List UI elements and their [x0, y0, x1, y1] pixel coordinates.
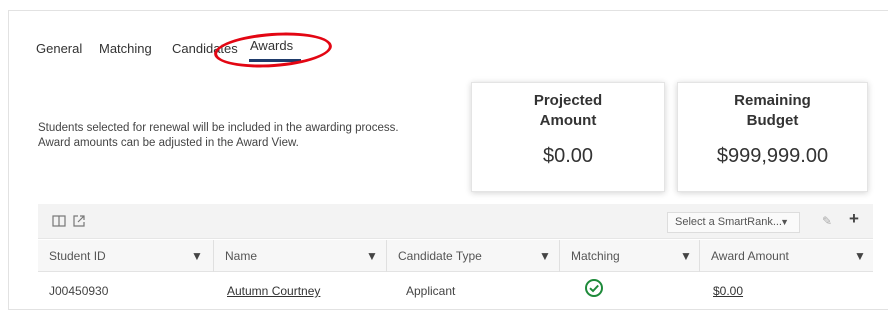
column-label: Matching [571, 249, 620, 263]
card-title: Remaining Budget [678, 91, 867, 131]
cell-candidate-type: Applicant [406, 284, 456, 298]
check-circle-icon [585, 279, 603, 297]
tab-awards[interactable]: Awards [250, 38, 293, 53]
card-title-line-2: Amount [539, 112, 597, 129]
award-amount-link[interactable]: $0.00 [713, 284, 743, 298]
tab-candidates[interactable]: Candidates [172, 41, 238, 56]
projected-amount-card: Projected Amount $0.00 [471, 82, 665, 192]
remaining-budget-card: Remaining Budget $999,999.00 [677, 82, 868, 192]
table-header: Student ID ▼ Name ▼ Candidate Type ▼ Mat… [38, 240, 873, 272]
plus-icon[interactable]: + [849, 209, 859, 229]
projected-amount-value: $0.00 [542, 145, 594, 167]
card-title-line-1: Remaining [734, 92, 811, 109]
card-title-line-1: Projected [533, 92, 603, 109]
smartrank-placeholder: Select a SmartRank... [675, 216, 782, 228]
card-title: Projected Amount [472, 91, 664, 131]
pencil-icon[interactable]: ✎ [822, 214, 832, 228]
column-header-name[interactable]: Name ▼ [213, 240, 386, 272]
column-label: Name [225, 249, 258, 263]
filter-icon[interactable]: ▼ [539, 249, 551, 263]
tab-matching[interactable]: Matching [99, 41, 152, 56]
filter-icon[interactable]: ▼ [191, 249, 203, 263]
filter-icon[interactable]: ▼ [680, 249, 692, 263]
column-header-award-amount[interactable]: Award Amount ▼ [699, 240, 873, 272]
active-tab-indicator [249, 59, 301, 62]
info-line-1: Students selected for renewal will be in… [38, 122, 399, 134]
cell-award-amount: $0.00 [702, 273, 743, 307]
cell-student-id: J00450930 [49, 284, 109, 298]
table-row: J00450930 Autumn Courtney Applicant $0.0… [38, 273, 873, 307]
chevron-down-icon: ▼ [780, 217, 789, 227]
tab-general[interactable]: General [36, 41, 82, 56]
column-header-candidate-type[interactable]: Candidate Type ▼ [386, 240, 559, 272]
grid-toolbar: Select a SmartRank... ▼ ✎ + [38, 204, 873, 239]
remaining-budget-value: $999,999.00 [716, 145, 829, 167]
column-label: Award Amount [711, 249, 789, 263]
smartrank-select[interactable]: Select a SmartRank... ▼ [667, 212, 800, 233]
column-label: Student ID [49, 249, 106, 263]
filter-icon[interactable]: ▼ [366, 249, 378, 263]
student-name-link[interactable]: Autumn Courtney [227, 284, 320, 298]
card-title-line-2: Budget [746, 112, 799, 129]
columns-icon[interactable] [52, 214, 66, 228]
filter-icon[interactable]: ▼ [854, 249, 866, 263]
info-text: Students selected for renewal will be in… [38, 121, 399, 151]
column-label: Candidate Type [398, 249, 482, 263]
external-link-icon[interactable] [72, 214, 86, 228]
column-header-student-id[interactable]: Student ID ▼ [38, 240, 213, 272]
info-line-2: Award amounts can be adjusted in the Awa… [38, 137, 299, 149]
column-header-matching[interactable]: Matching ▼ [559, 240, 699, 272]
cell-name: Autumn Courtney [216, 273, 320, 307]
